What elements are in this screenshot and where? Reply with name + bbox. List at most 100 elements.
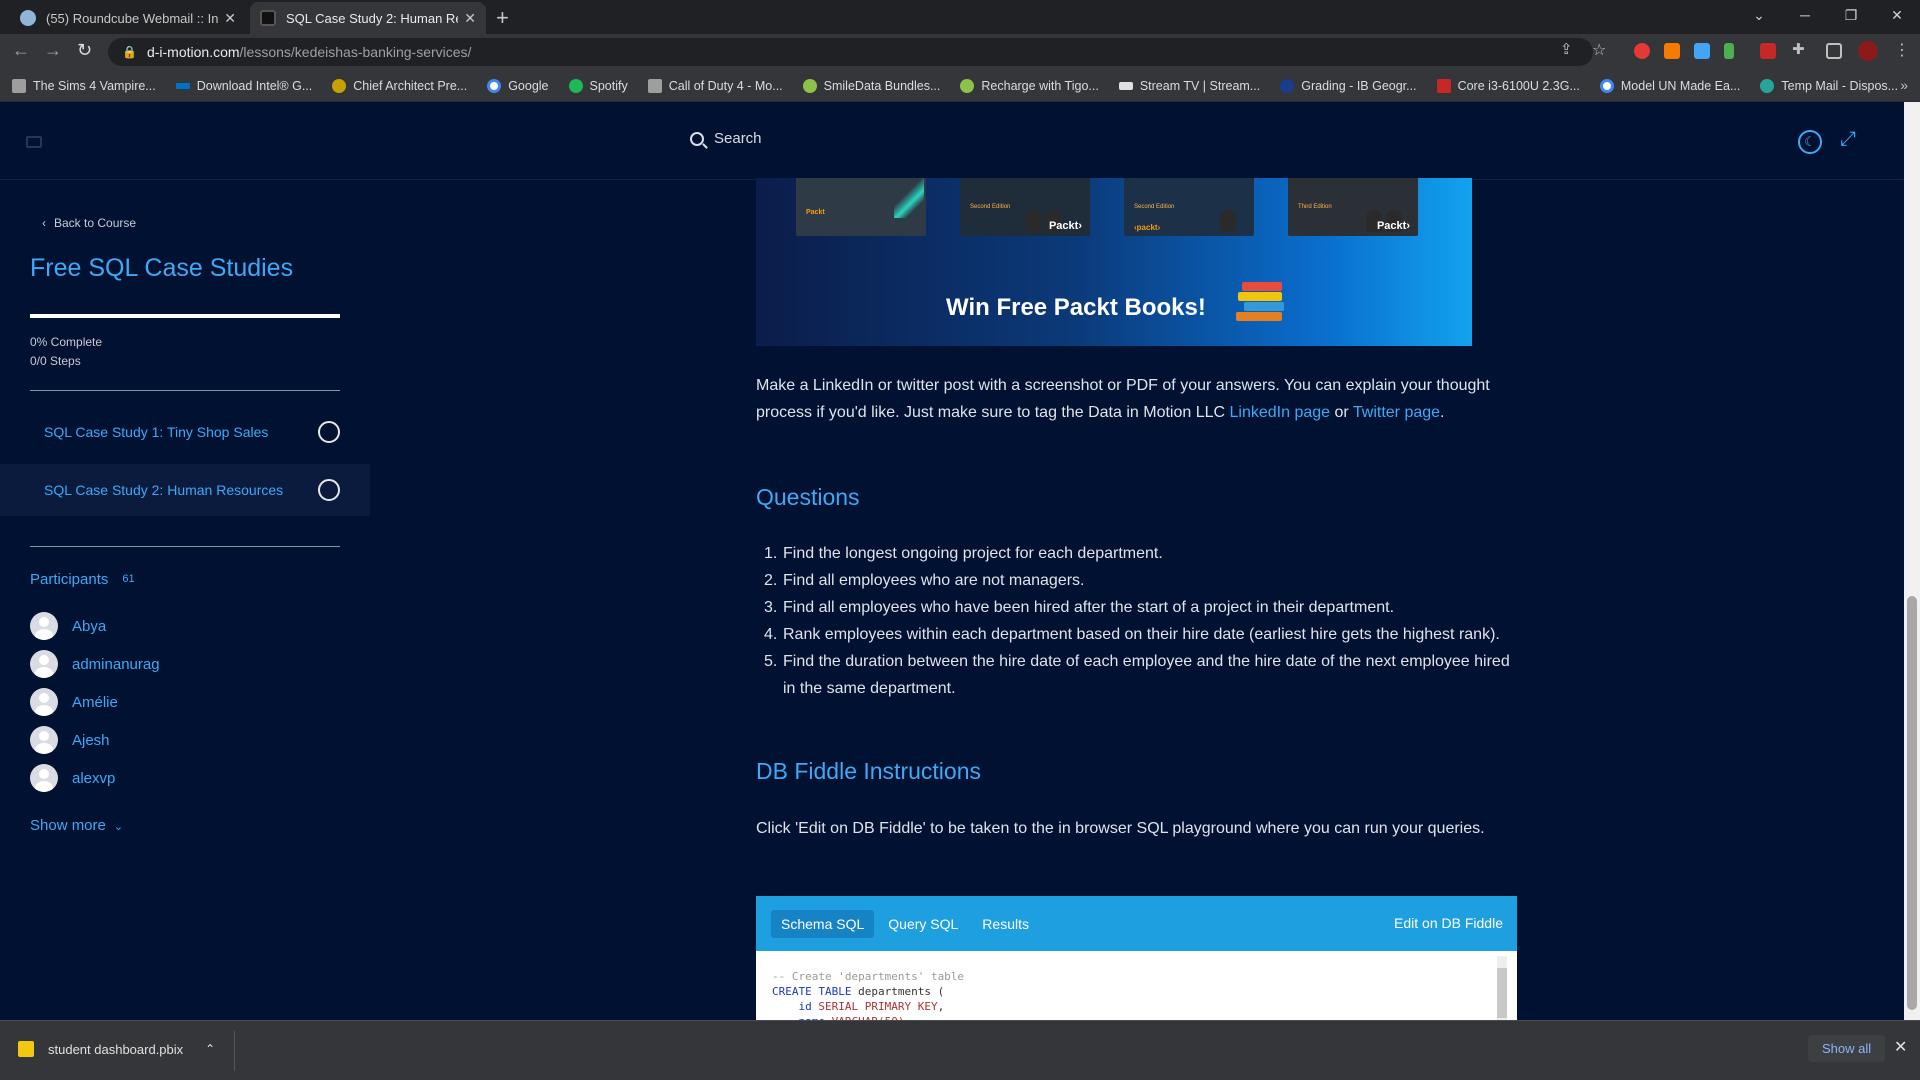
share-icon[interactable]: ⇪ — [1560, 40, 1573, 58]
tab-schema-sql[interactable]: Schema SQL — [771, 909, 875, 938]
url-host: d-i-motion.com — [146, 44, 240, 60]
spotify-icon — [568, 78, 583, 93]
chevron-down-icon: ⌄ — [113, 821, 124, 833]
code-scrollbar[interactable] — [1497, 956, 1507, 1020]
window-close-icon[interactable]: ✕ — [1874, 0, 1920, 30]
bookmark-item[interactable]: Temp Mail - Dispos... — [1760, 78, 1898, 93]
grading-icon — [1280, 78, 1295, 93]
minimize-icon[interactable]: ─ — [1782, 0, 1828, 30]
extension-blue-icon[interactable] — [1694, 43, 1710, 59]
bookmark-item[interactable]: Recharge with Tigo... — [960, 78, 1099, 93]
tab-title: (55) Roundcube Webmail :: Inbox — [46, 10, 219, 26]
tab-close-icon[interactable]: ✕ — [224, 10, 236, 27]
chevron-up-icon[interactable]: ⌃ — [205, 1042, 215, 1056]
tab-roundcube[interactable]: (55) Roundcube Webmail :: Inbox ✕ — [10, 2, 246, 34]
address-bar[interactable]: 🔒 d-i-motion.com /lessons/kedeishas-bank… — [108, 38, 1593, 66]
tab-results[interactable]: Results — [972, 910, 1039, 938]
book-cover-image: Third Edition Packt› — [1288, 178, 1418, 236]
download-divider — [234, 1031, 235, 1071]
download-bar-close-icon[interactable]: ✕ — [1894, 1037, 1907, 1057]
roundcube-favicon-icon — [20, 10, 36, 26]
bookmark-star-icon[interactable]: ☆ — [1592, 40, 1606, 60]
url-path: /lessons/kedeishas-banking-services/ — [239, 44, 472, 60]
download-item[interactable]: student dashboard.pbix ⌃ — [18, 1041, 215, 1057]
bookmark-item[interactable]: Spotify — [568, 78, 628, 93]
reload-icon[interactable]: ↻ — [77, 40, 92, 61]
side-panel-icon[interactable] — [1826, 43, 1842, 59]
lesson-item-tiny-shop-sales[interactable]: SQL Case Study 1: Tiny Shop Sales — [0, 406, 370, 458]
sidebar-divider — [30, 390, 340, 391]
lesson-item-human-resources[interactable]: SQL Case Study 2: Human Resources — [0, 464, 370, 516]
chevron-left-icon: ‹ — [42, 216, 46, 230]
list-item: 4. Rank employees within each department … — [764, 626, 1500, 643]
bookmark-item[interactable]: Download Intel® G... — [175, 79, 312, 93]
stream-tv-icon — [1118, 81, 1133, 90]
intel-icon — [175, 82, 190, 89]
participant-item[interactable]: Ajesh — [30, 726, 110, 754]
tab-search-chevron-icon[interactable]: ⌄ — [1736, 0, 1782, 30]
bookmark-item[interactable]: Model UN Made Ea... — [1599, 78, 1740, 93]
participant-item[interactable]: Amélie — [30, 688, 118, 716]
book-cover-image: Second Edition ‹packt› — [1124, 178, 1254, 236]
sidebar-toggle-icon[interactable] — [26, 136, 42, 148]
linkedin-page-link[interactable]: LinkedIn page — [1230, 404, 1331, 421]
fullscreen-expand-icon[interactable]: ⤢ — [1840, 128, 1856, 151]
forward-arrow-icon[interactable]: → — [44, 40, 62, 61]
dark-mode-toggle-icon[interactable]: ☾ — [1798, 130, 1822, 154]
page-scrollbar-thumb[interactable] — [1907, 596, 1917, 1010]
search-button[interactable]: Search — [690, 130, 762, 147]
profile-avatar-icon[interactable] — [1858, 41, 1878, 61]
bookmark-item[interactable]: Stream TV | Stream... — [1118, 79, 1260, 93]
sidebar-divider — [30, 546, 340, 547]
tab-query-sql[interactable]: Query SQL — [878, 910, 968, 938]
intro-paragraph: Make a LinkedIn or twitter post with a s… — [756, 377, 1490, 421]
menu-kebab-icon[interactable]: ⋮ — [1894, 40, 1910, 60]
list-item: 5. Find the duration between the hire dat… — [764, 653, 1510, 697]
extension-lastpass-icon[interactable] — [1760, 43, 1776, 59]
participant-item[interactable]: Abya — [30, 612, 106, 640]
edit-on-db-fiddle-link[interactable]: Edit on DB Fiddle — [1394, 915, 1503, 931]
extension-chart-icon[interactable] — [1724, 43, 1734, 59]
bookmarks-overflow-icon[interactable]: » — [1900, 77, 1908, 93]
twitter-page-link[interactable]: Twitter page — [1353, 404, 1440, 421]
lesson-label: SQL Case Study 2: Human Resources — [44, 482, 284, 498]
extension-red-icon[interactable] — [1634, 43, 1650, 59]
participant-item[interactable]: adminanurag — [30, 650, 160, 678]
banner-headline: Win Free Packt Books! — [946, 294, 1206, 321]
participant-item[interactable]: alexvp — [30, 764, 115, 792]
avatar — [30, 688, 58, 716]
tab-close-icon[interactable]: ✕ — [464, 10, 476, 27]
new-tab-icon[interactable]: + — [496, 5, 509, 31]
participants-heading: Participants 61 — [30, 571, 135, 588]
bookmark-item[interactable]: SmileData Bundles... — [802, 78, 940, 93]
browser-tab-strip: (55) Roundcube Webmail :: Inbox ✕ SQL Ca… — [0, 0, 1920, 34]
course-progress-bar — [30, 314, 340, 318]
show-more-button[interactable]: Show more ⌄ — [30, 817, 123, 834]
packt-books-banner: Packt Second Edition Packt› Second Editi… — [756, 178, 1472, 346]
back-arrow-icon[interactable]: ← — [12, 40, 30, 61]
page-scrollbar[interactable] — [1904, 102, 1920, 1020]
extensions-puzzle-icon[interactable]: ✚ — [1792, 40, 1805, 58]
restore-icon[interactable]: ❐ — [1828, 0, 1874, 30]
progress-steps: 0/0 Steps — [30, 354, 81, 368]
list-item: 1. Find the longest ongoing project for e… — [764, 545, 1163, 562]
bookmark-item[interactable]: The Sims 4 Vampire... — [12, 78, 156, 93]
bookmark-item[interactable]: Grading - IB Geogr... — [1280, 78, 1417, 93]
bookmark-item[interactable]: Call of Duty 4 - Mo... — [647, 78, 783, 93]
show-all-downloads-button[interactable]: Show all — [1808, 1035, 1886, 1062]
search-icon — [690, 131, 704, 146]
extension-fox-icon[interactable] — [1664, 43, 1680, 59]
cpu-icon — [1436, 78, 1451, 93]
temp-mail-icon — [1760, 78, 1775, 93]
bookmark-item[interactable]: Chief Architect Pre... — [332, 78, 467, 93]
bookmark-item[interactable]: Google — [487, 78, 549, 93]
progress-text: 0% Complete 0/0 Steps — [30, 333, 102, 371]
tab-sql-case-study[interactable]: SQL Case Study 2: Human Resour ✕ — [250, 2, 486, 34]
back-to-course-link[interactable]: ‹ Back to Course — [42, 216, 136, 230]
tigo-icon — [960, 78, 975, 93]
browser-toolbar: ← → ↻ 🔒 d-i-motion.com /lessons/kedeisha… — [0, 34, 1920, 70]
course-title[interactable]: Free SQL Case Studies — [30, 254, 293, 283]
bookmark-item[interactable]: Core i3-6100U 2.3G... — [1436, 78, 1580, 93]
lock-icon: 🔒 — [122, 45, 137, 59]
packt-logo: Packt› — [1048, 220, 1082, 232]
